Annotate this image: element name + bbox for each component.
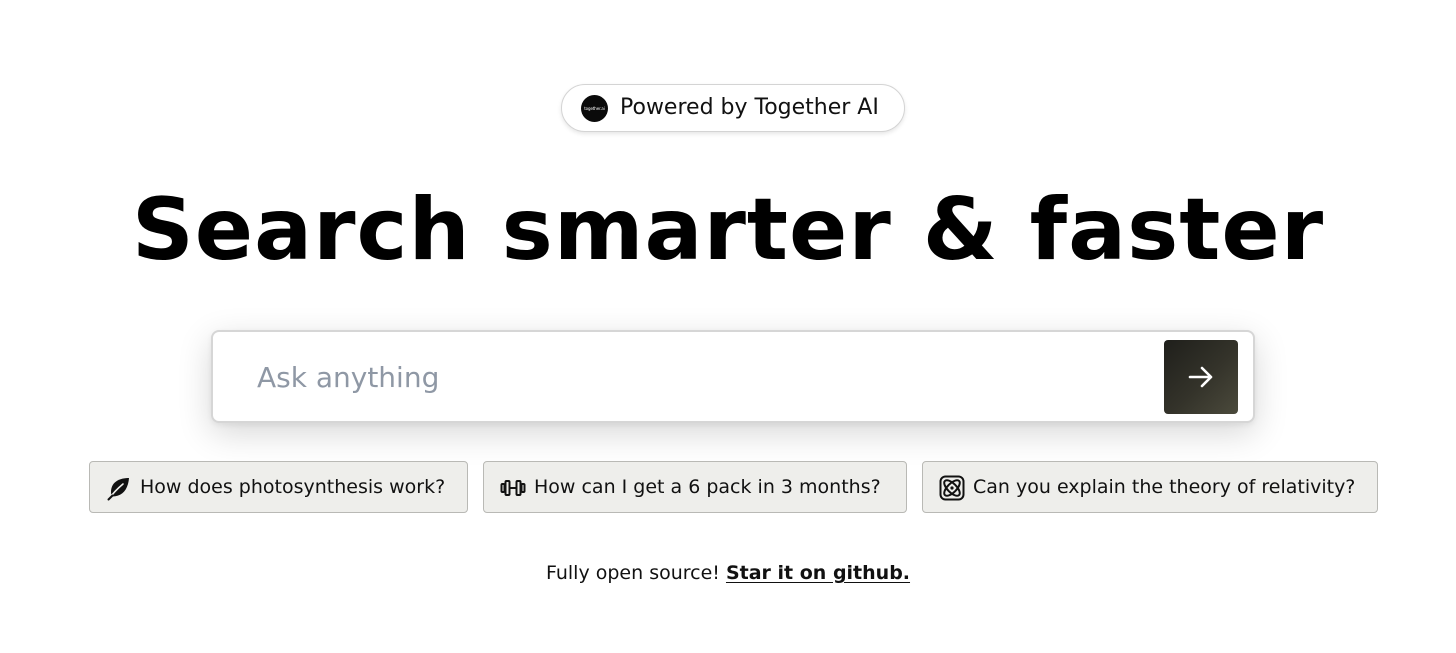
page: together.ai Powered by Together AI Searc…: [0, 0, 1456, 653]
suggestion-label: Can you explain the theory of relativity…: [973, 476, 1356, 498]
footer-text: Fully open source!: [545, 562, 720, 584]
powered-by-label: Powered by Together AI: [620, 95, 879, 120]
suggestion-label: How does photosynthesis work?: [140, 476, 446, 498]
suggestion-chip-relativity[interactable]: Can you explain the theory of relativity…: [922, 461, 1378, 513]
arrow-right-icon: [1188, 366, 1213, 388]
github-star-link[interactable]: Star it on github.: [726, 562, 910, 584]
search-submit-button[interactable]: [1164, 340, 1238, 414]
search-box: [211, 330, 1255, 423]
dumbbell-icon: [500, 475, 526, 501]
leaf-icon: [106, 475, 132, 501]
search-input[interactable]: [257, 340, 1157, 414]
suggestion-chip-six-pack[interactable]: How can I get a 6 pack in 3 months?: [483, 461, 907, 513]
suggestion-chip-photosynthesis[interactable]: How does photosynthesis work?: [89, 461, 468, 513]
atom-icon: [939, 475, 965, 501]
footer: Fully open source! Star it on github.: [0, 558, 1456, 588]
logo-text: together.ai: [584, 106, 605, 111]
hero-title: Search smarter & faster: [131, 180, 1325, 280]
suggestion-label: How can I get a 6 pack in 3 months?: [534, 476, 881, 498]
together-ai-logo: together.ai: [581, 95, 608, 122]
powered-by-badge[interactable]: together.ai Powered by Together AI: [561, 84, 905, 132]
